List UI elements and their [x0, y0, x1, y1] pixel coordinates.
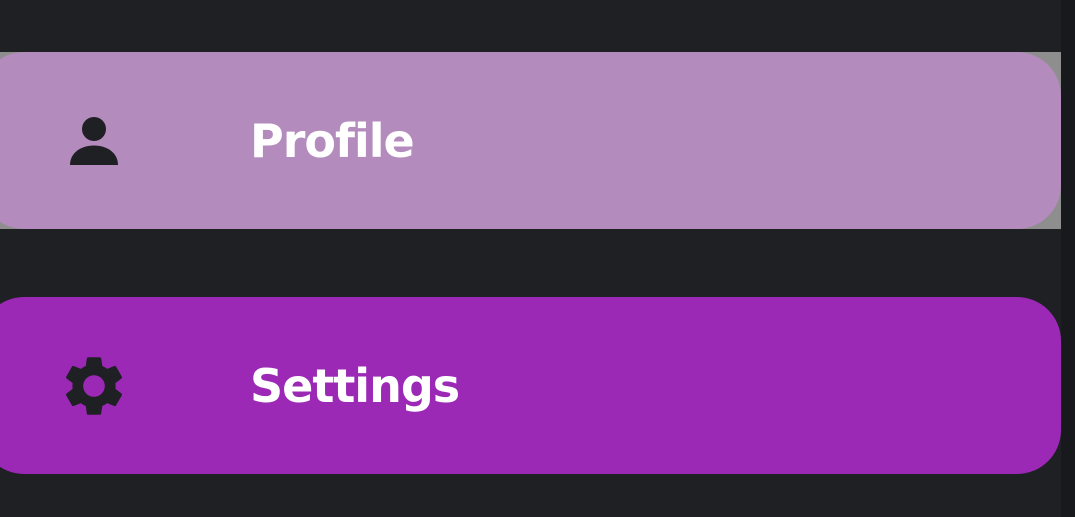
menu-item-profile-label: Profile — [250, 113, 415, 168]
screen-edge — [1061, 0, 1075, 517]
person-icon — [58, 105, 130, 177]
gear-icon — [58, 350, 130, 422]
menu-item-profile[interactable]: Profile — [0, 52, 1061, 229]
menu-item-settings-label: Settings — [250, 358, 460, 413]
menu-item-settings[interactable]: Settings — [0, 297, 1061, 474]
